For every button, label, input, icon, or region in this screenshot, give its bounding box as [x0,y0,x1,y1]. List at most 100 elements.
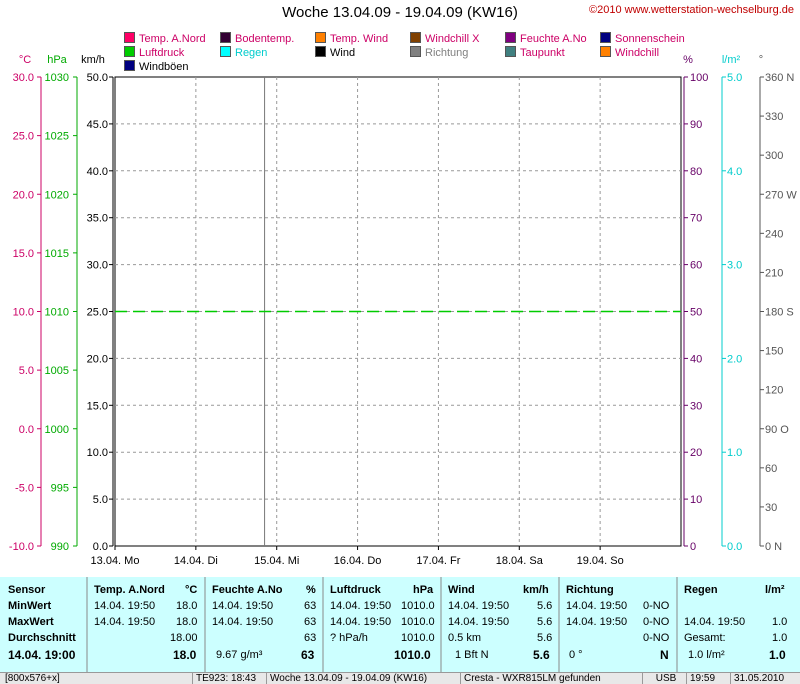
y-tick-label: 20.0 [87,353,108,365]
sensor-header: Sensor [8,584,46,596]
y-tick-label: 10.0 [87,447,108,459]
y-axis-unit: % [683,54,693,66]
temp-max-time: 14.04. 19:50 [94,616,156,628]
y-tick-label: 1010 [45,307,69,319]
y-tick-label: 1005 [45,365,69,377]
humidity-absolute: 9.67 g/m³ [216,649,263,661]
status-station-time: TE923: 18:43 [192,673,266,684]
y-tick-label: 50 [690,307,702,319]
y-tick-label: 90 [690,119,702,131]
y-tick-label: 180 S [765,307,794,319]
temp-unit: °C [185,584,198,596]
y-tick-label: 5.0 [19,365,34,377]
humidity-avg: 63 [304,632,317,644]
y-tick-label: 4.0 [727,166,742,178]
y-tick-label: -10.0 [9,541,34,553]
y-tick-label: 1025 [45,131,69,143]
x-tick-label: 18.04. Sa [496,555,544,567]
status-clock: 19:59 [686,673,730,684]
humidity-min: 63 [304,600,317,612]
rain-unit: l/m² [765,584,785,596]
status-period: Woche 13.04.09 - 19.04.09 (KW16) [266,673,460,684]
y-tick-label: 20 [690,447,702,459]
y-tick-label: 270 W [765,189,797,201]
direction-min: 0-NO [643,600,670,612]
y-tick-label: 5.0 [93,494,108,506]
temp-avg: 18.00 [170,632,198,644]
y-axis-unit: km/h [81,54,105,66]
y-tick-label: 1015 [45,248,69,260]
y-tick-label: 15.0 [13,248,34,260]
y-tick-label: 3.0 [727,260,742,272]
direction-header: Richtung [566,584,614,596]
y-tick-label: 35.0 [87,213,108,225]
temp-header: Temp. A.Nord [94,584,165,596]
direction-current: N [660,648,669,662]
x-tick-label: 14.04. Di [174,555,218,567]
wind-unit: km/h [523,584,549,596]
temp-max: 18.0 [176,616,198,628]
y-tick-label: 45.0 [87,119,108,131]
status-resolution: [800x576+x] [5,673,60,684]
humidity-current: 63 [301,648,315,662]
y-axis-unit: l/m² [722,54,741,66]
humidity-header: Feuchte A.No [212,584,283,596]
y-tick-label: 30 [690,400,702,412]
x-tick-label: 13.04. Mo [91,555,140,567]
y-tick-label: 10.0 [13,307,34,319]
y-tick-label: 0 N [765,541,782,553]
wind-current: 5.6 [533,648,550,662]
pressure-min-time: 14.04. 19:50 [330,600,392,612]
y-tick-label: 5.0 [727,72,742,84]
wind-max-time: 14.04. 19:50 [448,616,510,628]
y-axis-unit: ° [759,54,763,66]
row-label-avg: Durchschnitt [8,632,76,644]
y-tick-label: 995 [51,482,69,494]
y-tick-label: 30 [765,502,777,514]
y-tick-label: 40.0 [87,166,108,178]
y-tick-label: 20.0 [13,189,34,201]
y-tick-label: 15.0 [87,400,108,412]
rain-total: 1.0 [772,632,788,644]
y-tick-label: 10 [690,494,702,506]
x-tick-label: 19.04. So [577,555,624,567]
y-tick-label: 990 [51,541,69,553]
x-tick-label: 16.04. Do [334,555,382,567]
pressure-min: 1010.0 [401,600,435,612]
y-tick-label: 25.0 [13,131,34,143]
wind-beaufort: 1 Bft N [455,649,489,661]
y-tick-label: 40 [690,353,702,365]
pressure-header: Luftdruck [330,584,381,596]
direction-avg: 0-NO [643,632,670,644]
x-tick-label: 17.04. Fr [416,555,460,567]
y-tick-label: 300 [765,150,783,162]
temp-min: 18.0 [176,600,198,612]
rain-header: Regen [684,584,718,596]
pressure-trend: ? hPa/h [330,632,368,644]
temp-min-time: 14.04. 19:50 [94,600,156,612]
pressure-unit: hPa [413,584,434,596]
pressure-avg: 1010.0 [401,632,435,644]
direction-max: 0-NO [643,616,670,628]
y-axis-unit: °C [19,54,31,66]
y-tick-label: 60 [765,463,777,475]
wind-distance: 0.5 km [448,632,482,644]
row-label-current: 14.04. 19:00 [8,648,76,662]
y-tick-label: 60 [690,260,702,272]
y-tick-label: 1.0 [727,447,742,459]
y-tick-label: 1000 [45,424,69,436]
y-tick-label: 240 [765,228,783,240]
humidity-max: 63 [304,616,317,628]
weather-chart: 13.04. Mo 14.04. Di 15.04. Mi 16.04. Do 17.0… [9,54,797,567]
wind-max: 5.6 [537,616,553,628]
row-label-min: MinWert [8,600,52,612]
y-tick-label: 210 [765,267,783,279]
humidity-max-time: 14.04. 19:50 [212,616,274,628]
y-tick-label: 70 [690,213,702,225]
y-tick-label: 100 [690,72,708,84]
wind-min: 5.6 [537,600,553,612]
status-device: Cresta - WXR815LM gefunden [460,673,642,684]
status-date: 31.05.2010 [730,673,800,684]
y-axis-unit: hPa [47,54,67,66]
rain-value: 1.0 [772,616,788,628]
